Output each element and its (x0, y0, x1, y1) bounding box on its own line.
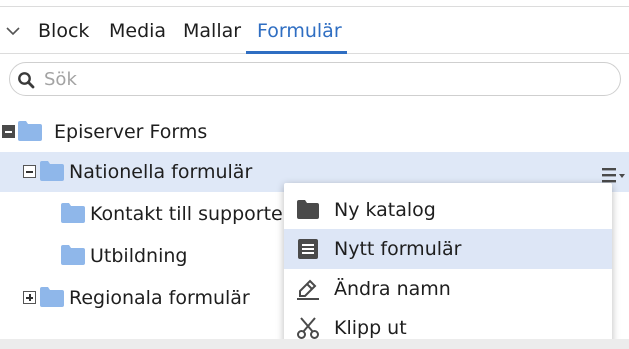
bottom-scroll-area (0, 339, 629, 349)
expand-toggle-icon[interactable] (23, 291, 36, 304)
context-menu: Ny katalog Nytt formulär Ändra namn Klip… (284, 183, 612, 349)
chevron-down-icon[interactable] (5, 23, 21, 39)
folder-icon (61, 245, 85, 265)
folder-icon (61, 203, 85, 223)
folder-icon (297, 200, 319, 219)
search-input[interactable] (44, 65, 604, 93)
tab-formular[interactable]: Formulär (257, 20, 342, 42)
context-menu-icon[interactable] (601, 165, 627, 185)
search-box (9, 62, 621, 96)
top-divider (0, 6, 629, 7)
menu-item-ny-katalog[interactable]: Ny katalog (284, 190, 612, 230)
collapse-toggle-icon[interactable] (23, 165, 36, 178)
tab-mallar[interactable]: Mallar (183, 20, 241, 42)
tree-item-episerver-forms[interactable]: Episerver Forms (0, 112, 629, 152)
folder-icon (18, 121, 42, 141)
menu-item-nytt-formular[interactable]: Nytt formulär (284, 229, 612, 269)
active-tab-indicator (246, 51, 347, 54)
folder-icon (40, 161, 64, 181)
menu-item-andra-namn[interactable]: Ändra namn (284, 269, 612, 309)
rename-pencil-icon (297, 279, 319, 300)
collapse-toggle-icon[interactable] (2, 125, 15, 138)
search-icon (18, 72, 35, 89)
tab-bar: Block Media Mallar Formulär (0, 8, 629, 54)
tab-media[interactable]: Media (109, 20, 166, 42)
menu-item-label: Ändra namn (334, 278, 451, 300)
tree-item-label: Kontakt till supporten (90, 203, 295, 225)
tree-item-label: Utbildning (90, 245, 188, 267)
tree-item-label: Nationella formulär (69, 161, 253, 183)
tree-item-label: Regionala formulär (69, 287, 250, 309)
tree-item-label: Episerver Forms (54, 121, 208, 143)
form-icon (298, 239, 318, 259)
menu-item-label: Klipp ut (334, 317, 407, 339)
menu-item-label: Ny katalog (334, 199, 436, 221)
menu-item-label: Nytt formulär (334, 238, 462, 260)
folder-icon (40, 287, 64, 307)
tab-block[interactable]: Block (38, 20, 89, 42)
scissors-icon (297, 317, 319, 339)
